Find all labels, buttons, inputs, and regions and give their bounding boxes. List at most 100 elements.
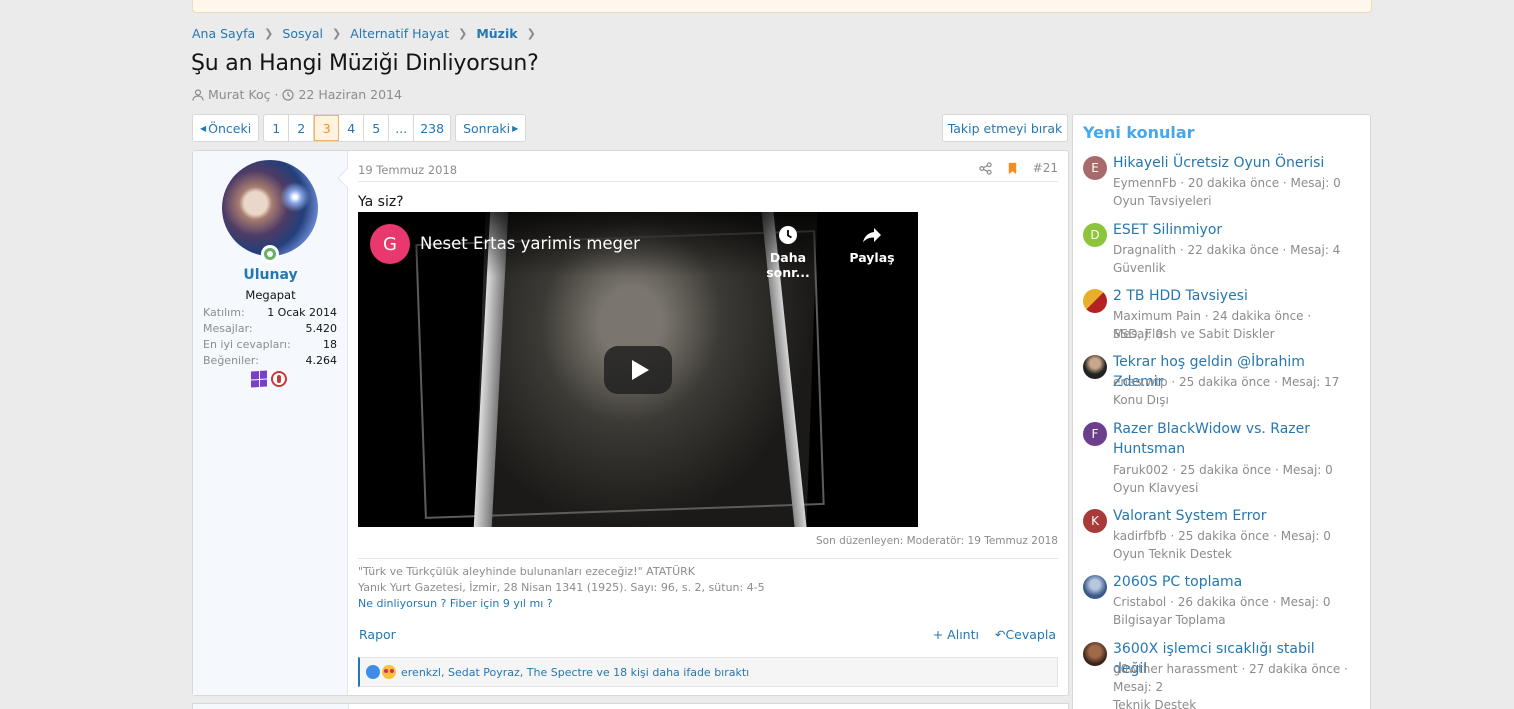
- report-link[interactable]: Rapor: [359, 627, 396, 642]
- watch-later-button[interactable]: Daha sonr...: [746, 224, 830, 280]
- youtube-embed[interactable]: G Neset Ertas yarimis meger Daha sonr...…: [358, 212, 918, 527]
- page-link[interactable]: 1: [264, 115, 290, 141]
- meta-separator: ·: [274, 87, 279, 102]
- topic-forum-link[interactable]: Teknik Destek: [1113, 696, 1196, 709]
- next-post: [192, 703, 1069, 709]
- play-icon[interactable]: [604, 346, 672, 394]
- share-icon[interactable]: [978, 161, 992, 175]
- page-link[interactable]: 2: [289, 115, 315, 141]
- page-numbers: 1 2 3 4 5 ... 238: [263, 114, 452, 142]
- widget-title[interactable]: Yeni konular: [1083, 123, 1195, 142]
- unwatch-button[interactable]: Takip etmeyi bırak: [942, 114, 1068, 142]
- post-date[interactable]: 19 Temmuz 2018: [358, 163, 457, 177]
- clock-icon: [282, 88, 295, 101]
- topic-forum-link[interactable]: Oyun Teknik Destek: [1113, 545, 1232, 563]
- signature-line: "Türk ve Türkçülük aleyhinde bulunanları…: [358, 565, 695, 578]
- avatar[interactable]: K: [1083, 509, 1107, 533]
- reactions-list-link[interactable]: erenkzl, Sedat Poyraz, The Spectre ve 18…: [401, 666, 749, 679]
- reply-button[interactable]: ↶Cevapla: [995, 627, 1056, 642]
- topic-meta: enes.wtp · 25 dakika önce · Mesaj: 17: [1113, 375, 1340, 389]
- thread-date-link[interactable]: 22 Haziran 2014: [298, 87, 401, 102]
- avatar[interactable]: D: [1083, 223, 1107, 247]
- stat-row: Mesajlar: 5.420: [203, 322, 337, 338]
- topic-meta: kadirfbfb · 25 dakika önce · Mesaj: 0: [1113, 529, 1331, 543]
- topic-forum-link[interactable]: Güvenlik: [1113, 259, 1166, 277]
- post-text: Ya siz?: [358, 194, 404, 210]
- windows-icon: [251, 370, 267, 388]
- topic-forum-link[interactable]: Oyun Tavsiyeleri: [1113, 192, 1211, 210]
- topic-forum-link[interactable]: Konu Dışı: [1113, 391, 1169, 409]
- avatar[interactable]: [1083, 355, 1107, 379]
- page-link-current[interactable]: 3: [314, 115, 340, 141]
- stat-label: En iyi cevapları:: [203, 338, 291, 351]
- video-title[interactable]: Neset Ertas yarimis meger: [420, 234, 640, 253]
- avatar[interactable]: [1083, 642, 1107, 666]
- pagination: ◀ Önceki 1 2 3 4 5 ... 238 Sonraki ▶: [192, 114, 527, 142]
- post-header-actions: #21: [978, 161, 1058, 175]
- reactions-bar: erenkzl, Sedat Poyraz, The Spectre ve 18…: [358, 657, 1058, 687]
- signature-link[interactable]: Ne dinliyorsun ? Fiber için 9 yıl mı ?: [358, 597, 553, 610]
- next-page-label: Sonraki: [463, 120, 511, 136]
- breadcrumb: Ana Sayfa ❯ Sosyal ❯ Alternatif Hayat ❯ …: [192, 26, 545, 41]
- quote-button[interactable]: + Alıntı: [933, 627, 979, 642]
- stat-label: Mesajlar:: [203, 322, 253, 335]
- topic-meta: EymennFb · 20 dakika önce · Mesaj: 0: [1113, 176, 1341, 190]
- page-link-last[interactable]: 238: [414, 115, 450, 141]
- new-topics-widget: Yeni konular E Hikayeli Ücretsiz Oyun Ön…: [1072, 114, 1371, 709]
- caret-right-icon: ▶: [512, 123, 519, 133]
- online-status-icon: [261, 245, 279, 263]
- topic-title-link[interactable]: ESET Silinmiyor: [1113, 220, 1353, 240]
- topic-forum-link[interactable]: Oyun Klavyesi: [1113, 479, 1198, 497]
- post: Ulunay Megapat Katılım: 1 Ocak 2014 Mesaj…: [192, 150, 1069, 696]
- stat-label: Katılım:: [203, 306, 245, 319]
- page-link[interactable]: 5: [364, 115, 390, 141]
- breadcrumb-item-muzik[interactable]: Müzik: [476, 26, 517, 41]
- channel-avatar[interactable]: G: [370, 224, 410, 264]
- stat-value: 4.264: [305, 354, 338, 367]
- video-share-button[interactable]: Paylaş: [842, 224, 902, 265]
- post-header-divider: [358, 181, 1058, 182]
- chevron-right-icon: ❯: [458, 27, 468, 40]
- thread-meta: Murat Koç · 22 Haziran 2014: [192, 87, 402, 102]
- thread-author-link[interactable]: Murat Koç: [208, 87, 270, 102]
- page-jump-ellipsis[interactable]: ...: [389, 115, 415, 141]
- post-number[interactable]: #21: [1033, 161, 1058, 175]
- page-link[interactable]: 4: [339, 115, 365, 141]
- topic-forum-link[interactable]: Bilgisayar Toplama: [1113, 611, 1226, 629]
- username[interactable]: Ulunay: [193, 267, 348, 283]
- prev-page-label: Önceki: [208, 120, 252, 136]
- topic-title-link[interactable]: Razer BlackWidow vs. Razer Huntsman: [1113, 419, 1353, 459]
- caret-left-icon: ◀: [200, 123, 207, 133]
- watch-later-label: Daha sonr...: [766, 250, 810, 280]
- next-page-button[interactable]: Sonraki ▶: [455, 114, 527, 142]
- topic-meta: Faruk002 · 25 dakika önce · Mesaj: 0: [1113, 463, 1333, 477]
- breadcrumb-item-home[interactable]: Ana Sayfa: [192, 26, 255, 41]
- bookmark-icon[interactable]: [1006, 162, 1019, 175]
- love-reaction-icon: [382, 665, 396, 679]
- avatar[interactable]: F: [1083, 422, 1107, 446]
- breadcrumb-item-sosyal[interactable]: Sosyal: [282, 26, 323, 41]
- stat-label: Beğeniler:: [203, 354, 259, 367]
- topic-forum-link[interactable]: SSD, Flash ve Sabit Diskler: [1113, 325, 1275, 343]
- chevron-right-icon: ❯: [264, 27, 274, 40]
- stat-value: 5.420: [305, 322, 338, 335]
- avatar[interactable]: [1083, 575, 1107, 599]
- topic-title-link[interactable]: Hikayeli Ücretsiz Oyun Önerisi: [1113, 153, 1353, 173]
- page-title: Şu an Hangi Müziği Dinliyorsun?: [191, 51, 539, 76]
- reply-icon: ↶: [994, 627, 1006, 642]
- post-footer-actions: + Alıntı ↶Cevapla: [933, 627, 1056, 642]
- prev-page-button[interactable]: ◀ Önceki: [192, 114, 260, 142]
- avatar[interactable]: E: [1083, 156, 1107, 180]
- clock-icon: [779, 226, 797, 244]
- topic-title-link[interactable]: 2 TB HDD Tavsiyesi: [1113, 286, 1353, 306]
- topic-meta: Dragnalith · 22 dakika önce · Mesaj: 4: [1113, 243, 1341, 257]
- post-body: 19 Temmuz 2018 #21 Ya siz? G Neset Ertas…: [337, 151, 1068, 695]
- breadcrumb-item-alternatif-hayat[interactable]: Alternatif Hayat: [350, 26, 449, 41]
- user-icon: [192, 88, 204, 101]
- signature-line: Yanık Yurt Gazetesi, İzmir, 28 Nisan 134…: [358, 581, 765, 594]
- topic-title-link[interactable]: 2060S PC toplama: [1113, 572, 1353, 592]
- avatar[interactable]: [222, 160, 318, 256]
- topic-meta: Cristabol · 26 dakika önce · Mesaj: 0: [1113, 595, 1331, 609]
- topic-title-link[interactable]: Valorant System Error: [1113, 506, 1353, 526]
- avatar[interactable]: [1083, 289, 1107, 313]
